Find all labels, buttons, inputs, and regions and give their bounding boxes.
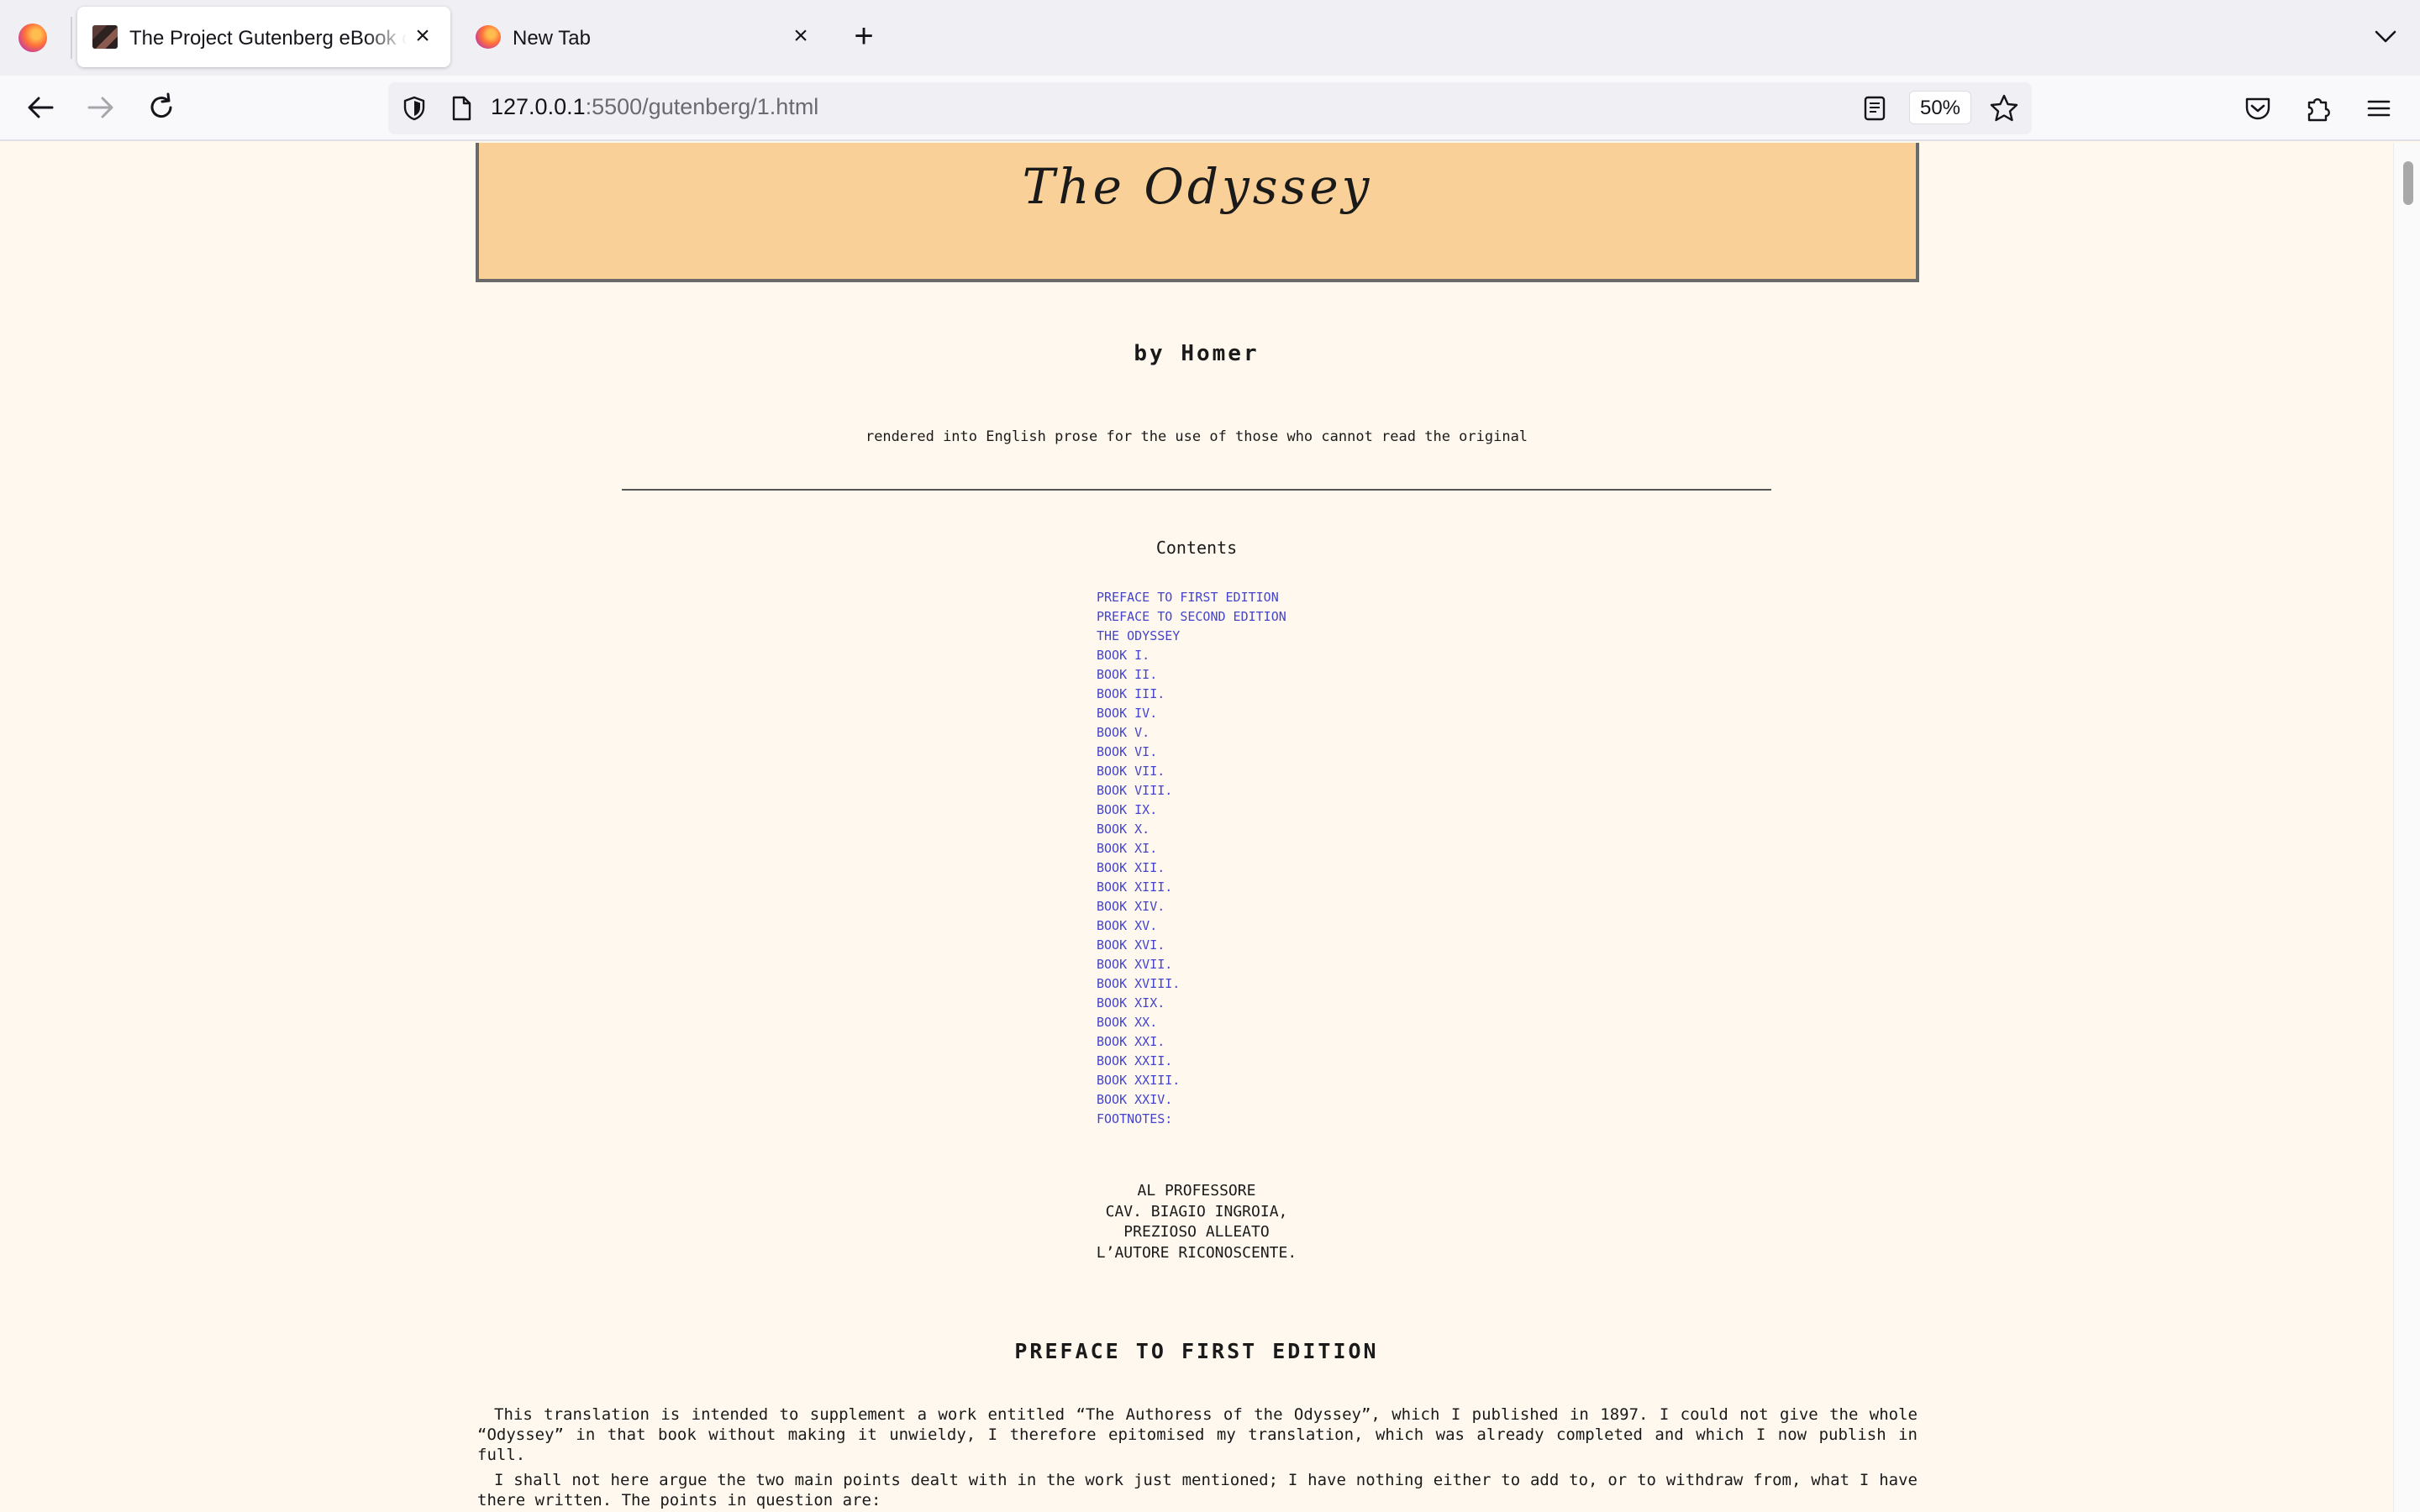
page-viewport: The Odyssey by Homer rendered into Engli…	[0, 143, 2393, 1512]
preface-body: This translation is intended to suppleme…	[477, 1404, 1918, 1512]
forward-arrow-icon[interactable]	[82, 89, 119, 126]
bookmark-star-icon[interactable]	[1988, 92, 2020, 124]
close-tab-icon[interactable]: ×	[788, 24, 813, 49]
table-of-contents: PREFACE TO FIRST EDITION PREFACE TO SECON…	[1097, 588, 1286, 1129]
preface-heading: PREFACE TO FIRST EDITION	[1014, 1339, 1379, 1363]
toc-link[interactable]: THE ODYSSEY	[1097, 627, 1286, 646]
toc-link[interactable]: BOOK XIX.	[1097, 994, 1286, 1013]
toc-link[interactable]: BOOK VIII.	[1097, 781, 1286, 801]
scrollbar-thumb[interactable]	[2403, 161, 2413, 205]
toc-link[interactable]: BOOK IV.	[1097, 704, 1286, 723]
url-path: :5500/gutenberg/1.html	[585, 94, 819, 119]
toc-link[interactable]: BOOK XXIV.	[1097, 1090, 1286, 1110]
toc-link[interactable]: BOOK VII.	[1097, 762, 1286, 781]
dedication-line: L’AUTORE RICONOSCENTE.	[1096, 1243, 1297, 1262]
horizontal-rule	[622, 489, 1771, 491]
back-arrow-icon[interactable]	[22, 89, 59, 126]
url-host: 127.0.0.1	[491, 94, 586, 119]
dedication-line: PREZIOSO ALLEATO	[1123, 1223, 1270, 1241]
preface-paragraph: I shall not here argue the two main poin…	[477, 1471, 1918, 1509]
toc-link[interactable]: FOOTNOTES:	[1097, 1110, 1286, 1129]
page-scrollbar[interactable]	[2393, 143, 2420, 1512]
tab-title: The Project Gutenberg eBook of The Odyss…	[129, 27, 407, 50]
url-text[interactable]: 127.0.0.1:5500/gutenberg/1.html	[491, 94, 818, 120]
extensions-puzzle-icon[interactable]	[2302, 92, 2334, 124]
toc-link[interactable]: BOOK XXII.	[1097, 1052, 1286, 1071]
toc-link[interactable]: BOOK XII.	[1097, 858, 1286, 878]
toc-link[interactable]: BOOK III.	[1097, 685, 1286, 704]
dedication-line: AL PROFESSORE	[1137, 1182, 1256, 1200]
toc-link[interactable]: BOOK XV.	[1097, 916, 1286, 936]
zoom-level-button[interactable]: 50%	[1909, 91, 1971, 124]
reader-view-icon[interactable]	[1860, 94, 1889, 123]
page-info-icon[interactable]	[449, 94, 474, 123]
preface-paragraph: This translation is intended to suppleme…	[477, 1405, 1918, 1464]
tab-bar: The Project Gutenberg eBook of The Odyss…	[0, 0, 2420, 76]
toc-link[interactable]: BOOK XX.	[1097, 1013, 1286, 1032]
toc-link[interactable]: PREFACE TO FIRST EDITION	[1097, 588, 1286, 607]
gutenberg-favicon-icon	[92, 25, 118, 49]
translation-subtitle: rendered into English prose for the use …	[865, 428, 1528, 445]
new-tab-button[interactable]: +	[849, 19, 879, 53]
book-title: The Odyssey	[1022, 158, 1373, 215]
contents-heading: Contents	[1155, 538, 1238, 558]
toc-link[interactable]: BOOK XVII.	[1097, 955, 1286, 974]
tab-gutenberg[interactable]: The Project Gutenberg eBook of The Odyss…	[77, 7, 450, 67]
tab-new-tab[interactable]: New Tab ×	[460, 7, 830, 67]
toc-link[interactable]: BOOK I.	[1097, 646, 1286, 665]
toc-link[interactable]: BOOK II.	[1097, 665, 1286, 685]
toc-link[interactable]: BOOK X.	[1097, 820, 1286, 839]
reload-icon[interactable]	[143, 89, 180, 126]
toc-link[interactable]: PREFACE TO SECOND EDITION	[1097, 607, 1286, 627]
toc-link[interactable]: BOOK XVI.	[1097, 936, 1286, 955]
firefox-view-icon[interactable]	[18, 24, 47, 52]
toc-link[interactable]: BOOK V.	[1097, 723, 1286, 743]
title-banner: The Odyssey	[476, 143, 1919, 282]
toc-link[interactable]: BOOK XIV.	[1097, 897, 1286, 916]
toc-link[interactable]: BOOK XI.	[1097, 839, 1286, 858]
toc-link[interactable]: BOOK XVIII.	[1097, 974, 1286, 994]
toc-link[interactable]: BOOK VI.	[1097, 743, 1286, 762]
close-tab-icon[interactable]: ×	[410, 24, 435, 49]
tab-separator	[71, 17, 72, 59]
pocket-icon[interactable]	[2242, 92, 2274, 124]
toc-link[interactable]: BOOK XIII.	[1097, 878, 1286, 897]
chevron-down-icon[interactable]	[2371, 22, 2400, 50]
tab-title: New Tab	[513, 27, 591, 50]
toc-link[interactable]: BOOK IX.	[1097, 801, 1286, 820]
toc-link[interactable]: BOOK XXI.	[1097, 1032, 1286, 1052]
toc-link[interactable]: BOOK XXIII.	[1097, 1071, 1286, 1090]
firefox-favicon-icon	[476, 25, 501, 49]
dedication-line: CAV. BIAGIO INGROIA,	[1105, 1202, 1288, 1221]
hamburger-menu-icon[interactable]	[2363, 92, 2395, 124]
author-byline: by Homer	[1134, 341, 1260, 366]
dedication: AL PROFESSORE CAV. BIAGIO INGROIA, PREZIOS…	[0, 1181, 2393, 1263]
tracking-protection-shield-icon[interactable]	[400, 94, 429, 123]
